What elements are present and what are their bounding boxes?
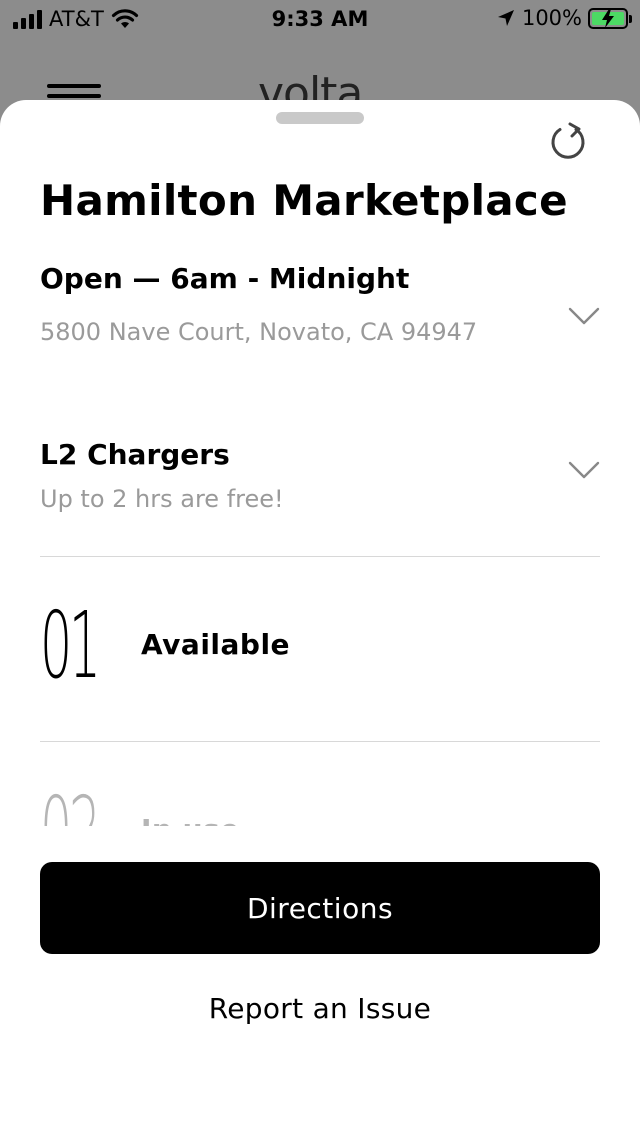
location-title: Hamilton Marketplace <box>40 176 568 225</box>
location-address: 5800 Nave Court, Novato, CA 94947 <box>40 318 478 346</box>
chevron-down-icon[interactable] <box>568 306 600 326</box>
report-issue-link[interactable]: Report an Issue <box>0 992 640 1025</box>
charger-number: 01 <box>40 592 101 699</box>
battery-percent: 100% <box>521 6 582 30</box>
charging-bolt-icon <box>602 8 614 28</box>
location-detail-sheet: Hamilton Marketplace Open — 6am - Midnig… <box>0 100 640 1136</box>
battery-icon <box>588 7 632 29</box>
status-right: 100% <box>496 6 632 30</box>
sheet-grabber-handle[interactable] <box>276 112 364 124</box>
divider <box>40 556 600 557</box>
charger-type-heading: L2 Chargers <box>40 438 230 471</box>
directions-button[interactable]: Directions <box>40 862 600 954</box>
charger-pricing-note: Up to 2 hrs are free! <box>40 485 284 513</box>
chevron-down-icon[interactable] <box>568 460 600 480</box>
status-bar: AT&T 9:33 AM 100% <box>0 0 640 40</box>
divider <box>40 741 600 742</box>
battery-level <box>592 8 624 28</box>
charger-status: Available <box>141 628 291 661</box>
opening-hours: Open — 6am - Midnight <box>40 262 410 295</box>
charger-row[interactable]: 01 Available <box>40 600 600 720</box>
location-arrow-icon <box>497 10 514 26</box>
refresh-icon[interactable] <box>546 120 590 164</box>
